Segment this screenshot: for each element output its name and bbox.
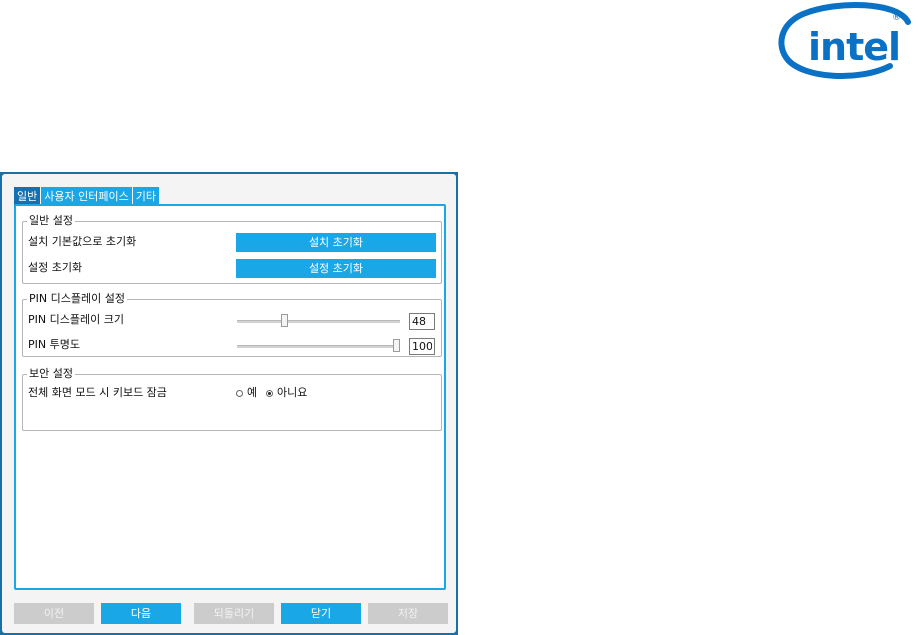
svg-text:®: ®	[892, 13, 901, 23]
general-settings-group: 일반 설정 설치 기본값으로 초기화 설치 초기화 설정 초기화 설정 초기화	[22, 214, 442, 284]
reset-settings-button[interactable]: 설정 초기화	[236, 259, 436, 278]
reset-install-defaults-label: 설치 기본값으로 초기화	[28, 235, 137, 248]
next-button[interactable]: 다음	[101, 603, 181, 624]
navigation-bar: 이전 다음 되돌리기 닫기 저장	[14, 603, 448, 625]
pin-display-title: PIN 디스플레이 설정	[27, 292, 127, 306]
general-settings-title: 일반 설정	[27, 214, 75, 228]
reset-settings-label: 설정 초기화	[28, 261, 83, 274]
save-button[interactable]: 저장	[368, 603, 448, 624]
intel-logo: intel ®	[778, 2, 911, 79]
pin-opacity-input[interactable]	[409, 338, 435, 355]
security-group: 보안 설정 전체 화면 모드 시 키보드 잠금 예 아니요	[22, 367, 442, 431]
pin-size-slider[interactable]	[237, 320, 400, 323]
keyboard-lock-yes-label[interactable]: 예	[247, 386, 257, 400]
pin-display-group: PIN 디스플레이 설정 PIN 디스플레이 크기 PIN 투명도	[22, 292, 442, 357]
settings-dialog: 일반 사용자 인터페이스 기타 일반 설정 설치 기본값으로 초기화 설치 초기…	[0, 172, 458, 635]
intel-logo-text: intel	[808, 25, 900, 69]
reset-install-button[interactable]: 설치 초기화	[236, 233, 436, 252]
pin-opacity-slider[interactable]	[237, 345, 400, 348]
keyboard-lock-no-label[interactable]: 아니요	[277, 386, 307, 400]
pin-size-input[interactable]	[409, 313, 435, 330]
dialog-body: 일반 사용자 인터페이스 기타 일반 설정 설치 기본값으로 초기화 설치 초기…	[2, 174, 456, 633]
pin-opacity-label: PIN 투명도	[28, 338, 80, 351]
tab-panel: 일반 설정 설치 기본값으로 초기화 설치 초기화 설정 초기화 설정 초기화 …	[14, 204, 446, 590]
keyboard-lock-yes-radio[interactable]	[236, 390, 243, 397]
revert-button[interactable]: 되돌리기	[194, 603, 274, 624]
pin-size-label: PIN 디스플레이 크기	[28, 313, 124, 326]
security-title: 보안 설정	[27, 367, 75, 381]
pin-opacity-slider-thumb[interactable]	[393, 339, 400, 352]
close-button[interactable]: 닫기	[281, 603, 361, 624]
prev-button[interactable]: 이전	[14, 603, 94, 624]
pin-size-slider-thumb[interactable]	[281, 314, 288, 327]
keyboard-lock-no-radio[interactable]	[266, 390, 273, 397]
keyboard-lock-label: 전체 화면 모드 시 키보드 잠금	[28, 386, 167, 399]
